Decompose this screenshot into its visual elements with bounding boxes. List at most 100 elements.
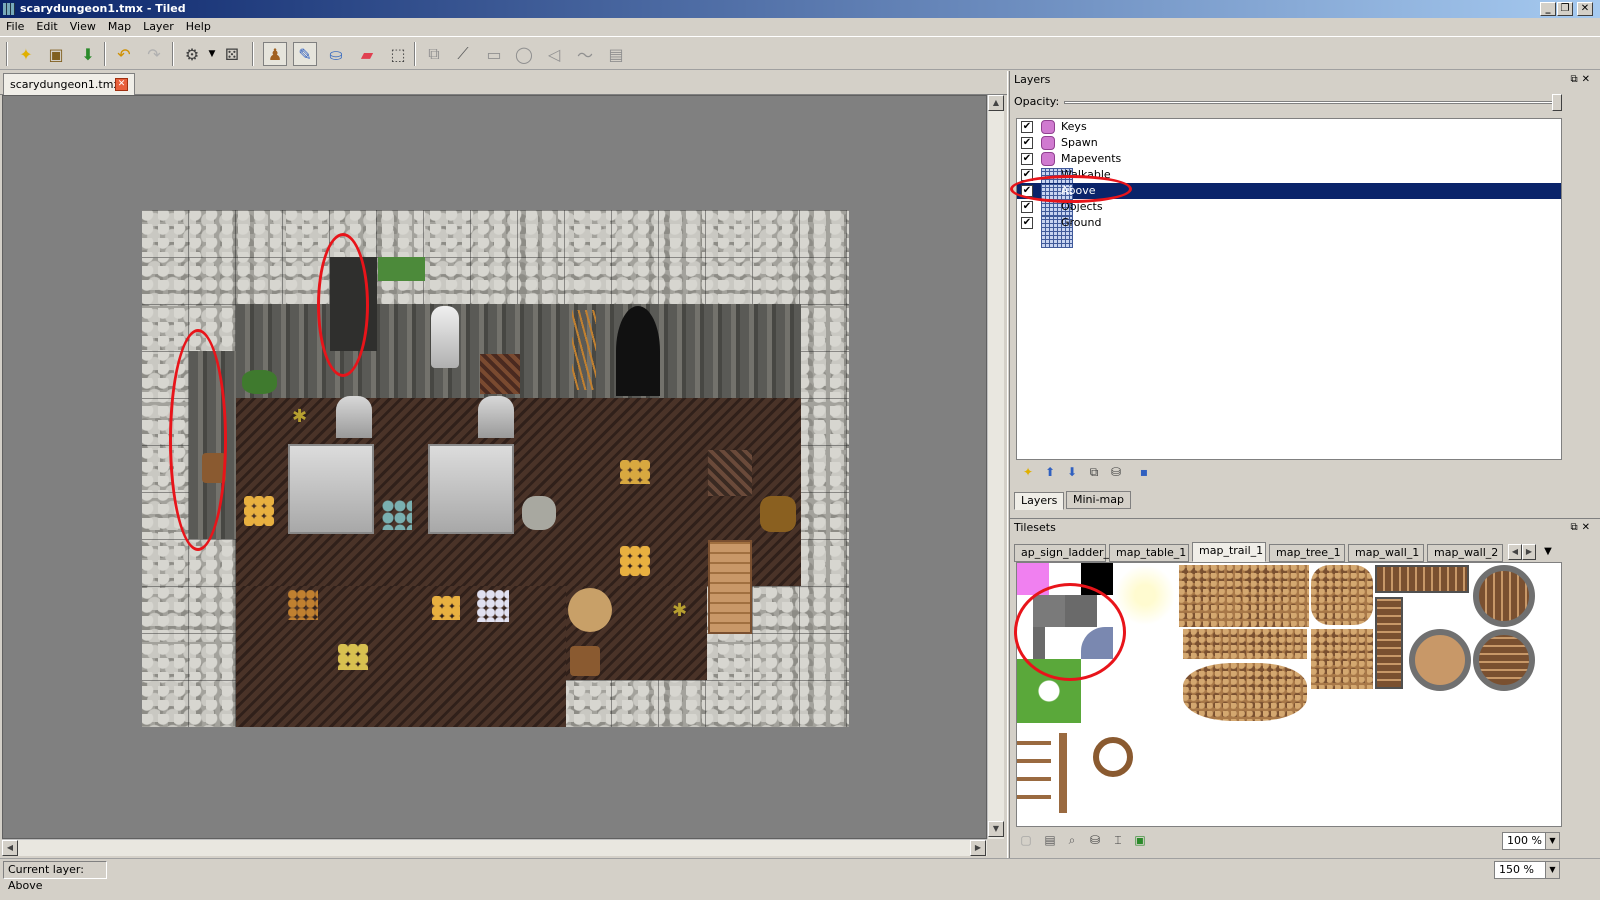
- tileset-tab[interactable]: ap_sign_ladder_1: [1014, 544, 1116, 562]
- layer-visibility-checkbox[interactable]: ✔: [1021, 121, 1033, 133]
- import-tileset-icon[interactable]: ▤: [1042, 832, 1058, 848]
- tileset-tab[interactable]: map_tree_1: [1269, 544, 1345, 562]
- scroll-right-icon[interactable]: ▶: [970, 840, 986, 856]
- tab-layers[interactable]: Layers: [1014, 492, 1065, 510]
- tile-pole[interactable]: [1059, 733, 1067, 813]
- new-map-icon[interactable]: ✦: [14, 42, 38, 66]
- tileset-zoom-select[interactable]: 100 % ▼: [1502, 832, 1560, 850]
- tab-list-dropdown-icon[interactable]: ▼: [1540, 544, 1556, 560]
- menu-view[interactable]: View: [64, 18, 102, 36]
- maximize-button[interactable]: ❐: [1557, 2, 1573, 16]
- edit-terrain-icon[interactable]: ⌶: [1110, 832, 1126, 848]
- save-file-icon[interactable]: ⬇: [76, 42, 100, 66]
- redo-icon[interactable]: ↷: [142, 42, 166, 66]
- tab-mini-map[interactable]: Mini-map: [1066, 491, 1131, 509]
- layer-row-ground[interactable]: ✔ Ground: [1017, 215, 1561, 248]
- layer-list[interactable]: ✔ Keys ✔ Spawn ✔ Mapevents ✔ Walkable ✔ …: [1016, 118, 1562, 460]
- undo-icon[interactable]: ↶: [112, 42, 136, 66]
- small-plant-2: ✱: [292, 406, 308, 427]
- edit-polygons-icon[interactable]: ⟋: [451, 42, 475, 66]
- random-dice-icon[interactable]: ⚄: [220, 42, 244, 66]
- tileset-properties-icon[interactable]: ⌕: [1064, 832, 1080, 848]
- layer-visibility-checkbox[interactable]: ✔: [1021, 217, 1033, 229]
- tileset-tab[interactable]: map_wall_2: [1427, 544, 1503, 562]
- dark-doorway: [616, 306, 660, 396]
- menu-layer[interactable]: Layer: [137, 18, 180, 36]
- tilesets-dock-buttons[interactable]: ⧉✕: [1570, 522, 1594, 533]
- insert-tile-icon[interactable]: ▤: [604, 42, 628, 66]
- quartz-crystals: [477, 590, 509, 622]
- layer-row-spawn[interactable]: ✔ Spawn: [1017, 135, 1561, 151]
- tile-dirt-round[interactable]: [1183, 663, 1307, 721]
- tile-rail-wheel[interactable]: [1409, 629, 1471, 691]
- tileset-tab[interactable]: map_wall_1: [1348, 544, 1424, 562]
- menu-edit[interactable]: Edit: [30, 18, 63, 36]
- insert-rectangle-icon[interactable]: ▭: [482, 42, 506, 66]
- select-objects-icon[interactable]: ⧉: [422, 42, 446, 66]
- tile-dirt-band[interactable]: [1183, 629, 1307, 659]
- raise-layer-icon[interactable]: ⬆: [1042, 464, 1058, 480]
- tab-scroll-right-icon[interactable]: ▶: [1522, 544, 1536, 560]
- tile-dirt-square[interactable]: [1311, 629, 1373, 689]
- eraser-icon[interactable]: ▰: [355, 42, 379, 66]
- tileset-tab[interactable]: map_table_1: [1109, 544, 1189, 562]
- remove-tileset-icon[interactable]: ⛁: [1087, 832, 1103, 848]
- rect-select-icon[interactable]: ⬚: [386, 42, 410, 66]
- insert-ellipse-icon[interactable]: ◯: [512, 42, 536, 66]
- edit-tileset-icon[interactable]: ▣: [1132, 832, 1148, 848]
- layer-row-mapevents[interactable]: ✔ Mapevents: [1017, 151, 1561, 167]
- duplicate-layer-icon[interactable]: ⧉: [1086, 464, 1102, 480]
- minimize-button[interactable]: _: [1540, 2, 1556, 16]
- menu-help[interactable]: Help: [180, 18, 217, 36]
- lower-layer-icon[interactable]: ⬇: [1064, 464, 1080, 480]
- tile-dirt-block[interactable]: [1179, 565, 1309, 627]
- tileset-tab-active[interactable]: map_trail_1: [1192, 542, 1266, 562]
- tile-rail-vertical[interactable]: [1375, 597, 1403, 689]
- canvas-horizontal-scrollbar[interactable]: ◀ ▶: [2, 839, 987, 856]
- tab-scroll-left-icon[interactable]: ◀: [1508, 544, 1522, 560]
- chevron-down-icon[interactable]: ▼: [1545, 862, 1559, 878]
- layer-visibility-checkbox[interactable]: ✔: [1021, 201, 1033, 213]
- menu-file[interactable]: File: [0, 18, 30, 36]
- open-file-icon[interactable]: ▣: [44, 42, 68, 66]
- scroll-left-icon[interactable]: ◀: [2, 840, 18, 856]
- opacity-slider-handle[interactable]: [1552, 94, 1562, 111]
- tileset-tab-bar: ap_sign_ladder_1 map_table_1 map_trail_1…: [1014, 542, 1600, 562]
- insert-polyline-icon[interactable]: 〜: [573, 42, 597, 66]
- crystal-shards: [382, 500, 412, 530]
- canvas-vertical-scrollbar[interactable]: ▲ ▼: [987, 95, 1004, 839]
- opacity-slider-track[interactable]: [1064, 101, 1558, 104]
- map-canvas[interactable]: ✱ ✱: [2, 95, 987, 839]
- scroll-down-icon[interactable]: ▼: [988, 821, 1004, 837]
- delete-layer-icon[interactable]: ⛁: [1108, 464, 1124, 480]
- menu-bar: File Edit View Map Layer Help: [0, 18, 1600, 36]
- layer-visibility-checkbox[interactable]: ✔: [1021, 153, 1033, 165]
- tile-rail-horizontal[interactable]: [1375, 565, 1469, 593]
- menu-map[interactable]: Map: [102, 18, 137, 36]
- document-tab-bar: scarydungeon1.tmx ✕: [0, 71, 1008, 95]
- add-layer-icon[interactable]: ✦: [1020, 464, 1036, 480]
- tile-dirt-patch[interactable]: [1311, 565, 1373, 625]
- close-tab-icon[interactable]: ✕: [115, 78, 128, 91]
- layers-dock-buttons[interactable]: ⧉✕: [1570, 74, 1594, 85]
- tile-rail-curve-2[interactable]: [1473, 629, 1535, 691]
- tile-map[interactable]: ✱ ✱: [142, 210, 849, 727]
- toggle-others-icon[interactable]: ▪: [1136, 464, 1152, 480]
- map-zoom-select[interactable]: 150 % ▼: [1494, 861, 1560, 879]
- close-window-button[interactable]: ✕: [1577, 2, 1593, 16]
- tile-rope-ring[interactable]: [1093, 737, 1133, 777]
- terrain-brush-icon[interactable]: ✎: [293, 42, 317, 66]
- window-title: scarydungeon1.tmx - Tiled: [20, 2, 186, 15]
- document-tab[interactable]: scarydungeon1.tmx ✕: [3, 73, 135, 95]
- bucket-fill-icon[interactable]: ⛀: [324, 42, 348, 66]
- chevron-down-icon[interactable]: ▼: [1545, 833, 1559, 849]
- scroll-up-icon[interactable]: ▲: [988, 95, 1004, 111]
- new-tileset-icon[interactable]: ▢: [1018, 832, 1034, 848]
- tile-ladder-rungs[interactable]: [1017, 733, 1051, 813]
- tile-rail-curve[interactable]: [1473, 565, 1535, 627]
- stamp-brush-icon[interactable]: ♟: [263, 42, 287, 66]
- layer-row-keys[interactable]: ✔ Keys: [1017, 119, 1561, 135]
- small-plant: ✱: [672, 600, 688, 621]
- insert-polygon-icon[interactable]: ◁: [542, 42, 566, 66]
- layer-visibility-checkbox[interactable]: ✔: [1021, 137, 1033, 149]
